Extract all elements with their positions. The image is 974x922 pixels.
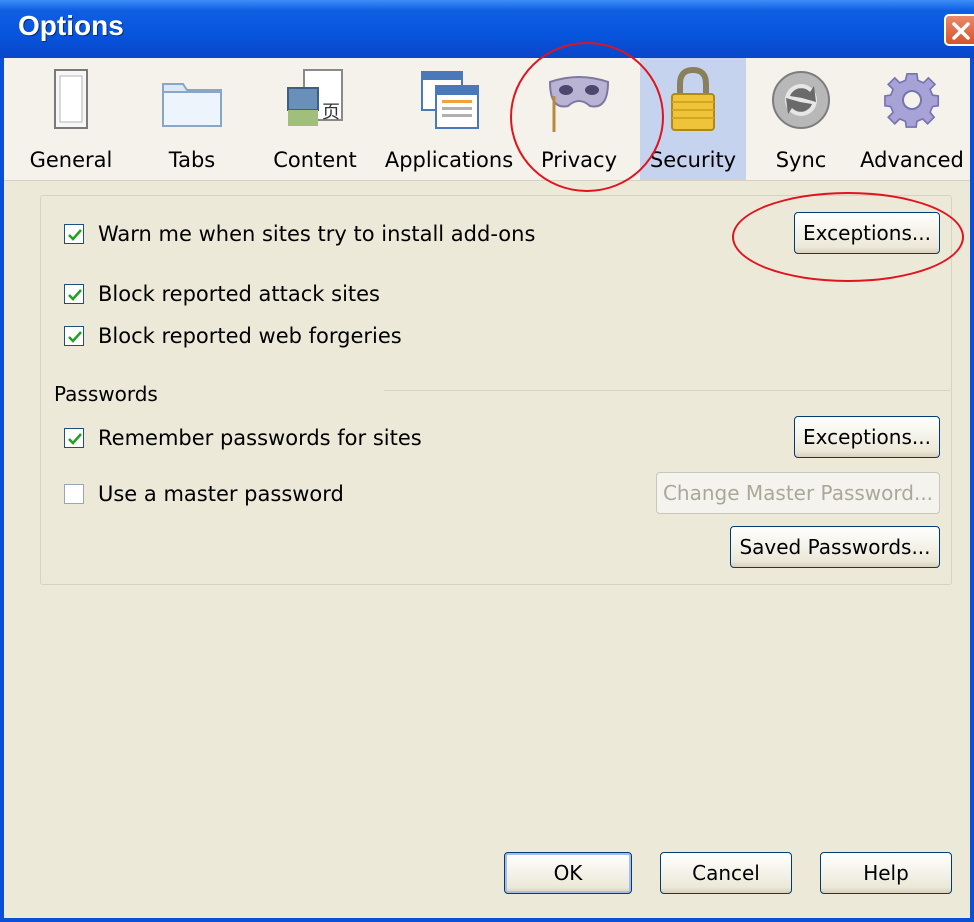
block-attack-row[interactable]: Block reported attack sites	[64, 280, 380, 308]
tab-general[interactable]: General	[4, 58, 138, 180]
tabs-icon	[162, 83, 222, 127]
help-button[interactable]: Help	[820, 852, 952, 894]
master-password-row[interactable]: Use a master password	[64, 480, 344, 508]
cancel-button[interactable]: Cancel	[660, 852, 792, 894]
master-password-label: Use a master password	[98, 482, 344, 506]
tab-content-label: Content	[273, 148, 357, 172]
applications-icon	[421, 71, 479, 129]
block-attack-label: Block reported attack sites	[98, 282, 380, 306]
tab-security[interactable]: Security	[640, 58, 746, 180]
checkmark-icon	[68, 229, 82, 241]
block-forgeries-row[interactable]: Block reported web forgeries	[64, 322, 402, 350]
tab-tabs[interactable]: Tabs	[138, 58, 246, 180]
sync-icon	[772, 71, 830, 129]
tab-advanced-label: Advanced	[860, 148, 964, 172]
warn-addons-row[interactable]: Warn me when sites try to install add-on…	[64, 220, 535, 248]
tab-tabs-label: Tabs	[168, 148, 216, 172]
close-icon	[952, 22, 970, 40]
privacy-mask-icon	[548, 76, 610, 132]
close-button[interactable]	[944, 14, 974, 46]
block-forgeries-label: Block reported web forgeries	[98, 324, 402, 348]
tab-applications[interactable]: Applications	[384, 58, 514, 180]
remember-passwords-checkbox[interactable]	[64, 428, 84, 448]
master-password-checkbox[interactable]	[64, 484, 84, 504]
checkmark-icon	[68, 433, 82, 445]
tab-general-label: General	[29, 148, 113, 172]
block-attack-checkbox[interactable]	[64, 284, 84, 304]
tab-privacy[interactable]: Privacy	[524, 58, 634, 180]
content-icon: 页	[287, 69, 343, 126]
options-dialog: Options General Tabs 页 Content Applicati…	[0, 0, 974, 922]
tab-sync-label: Sync	[775, 148, 827, 172]
warn-addons-label: Warn me when sites try to install add-on…	[98, 222, 536, 246]
remember-passwords-label: Remember passwords for sites	[98, 426, 422, 450]
tab-applications-label: Applications	[384, 148, 514, 172]
passwords-exceptions-button[interactable]: Exceptions...	[794, 416, 940, 458]
tab-sync[interactable]: Sync	[752, 58, 850, 180]
tab-security-label: Security	[649, 148, 737, 172]
tab-privacy-label: Privacy	[540, 148, 618, 172]
gear-icon	[884, 72, 940, 128]
addons-exceptions-button[interactable]: Exceptions...	[794, 212, 940, 254]
change-master-password-button[interactable]: Change Master Password...	[656, 472, 940, 514]
passwords-section-label: Passwords	[54, 382, 164, 406]
block-forgeries-checkbox[interactable]	[64, 326, 84, 346]
remember-passwords-row[interactable]: Remember passwords for sites	[64, 424, 422, 452]
warn-addons-checkbox[interactable]	[64, 224, 84, 244]
svg-text:页: 页	[322, 102, 340, 123]
tab-content[interactable]: 页 Content	[266, 58, 364, 180]
checkmark-icon	[68, 289, 82, 301]
saved-passwords-button[interactable]: Saved Passwords...	[730, 526, 940, 568]
passwords-separator	[384, 390, 950, 391]
padlock-icon	[671, 66, 715, 131]
general-icon	[54, 69, 88, 129]
preferences-toolbar: General Tabs 页 Content Applications Priv…	[4, 58, 970, 181]
checkmark-icon	[68, 331, 82, 343]
window-title: Options	[18, 10, 124, 41]
title-bar[interactable]: Options	[0, 0, 974, 58]
tab-advanced[interactable]: Advanced	[854, 58, 970, 180]
ok-button[interactable]: OK	[504, 852, 632, 894]
